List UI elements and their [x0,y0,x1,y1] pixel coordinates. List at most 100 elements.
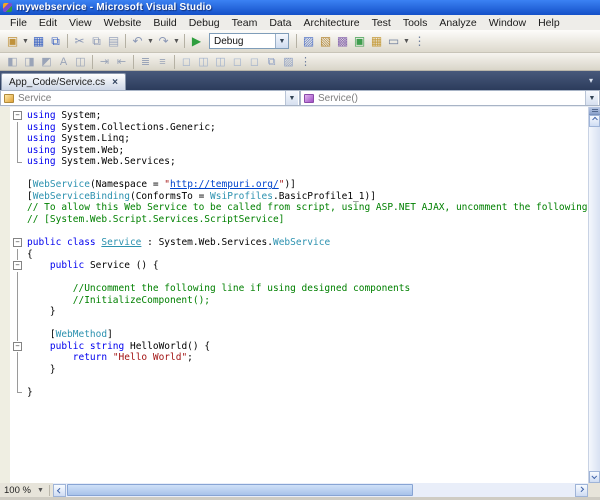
vertical-scrollbar[interactable] [588,107,600,483]
code-line-25[interactable]: } [0,387,588,399]
code-line-7[interactable]: [WebService(Namespace = "http://tempuri.… [0,179,588,191]
select-pointer-icon[interactable]: ◨ [21,55,38,69]
code-line-16[interactable]: //Uncomment the following line if using … [0,283,588,295]
zoom-control[interactable]: 100 % ▼ [0,483,46,497]
next-bookmark-icon[interactable]: ◫ [212,55,229,69]
font-size-icon[interactable]: A [55,55,72,69]
undo-icon[interactable]: ↶ [129,33,146,49]
start-debugging-icon[interactable]: ▶ [188,33,205,49]
code-line-19[interactable] [0,317,588,330]
toggle-bookmark-icon[interactable]: ◻ [178,55,195,69]
scroll-down-button[interactable] [589,471,600,483]
properties-window-icon[interactable]: ▩ [334,33,351,49]
display-control-outline-icon[interactable]: ◧ [4,55,21,69]
menu-build[interactable]: Build [147,16,182,30]
code-line-13[interactable]: { [0,248,588,261]
menu-team[interactable]: Team [226,16,264,30]
save-all-icon[interactable]: ⧉ [47,33,64,49]
code-line-3[interactable]: using System.Linq; [0,133,588,145]
types-dropdown[interactable]: Service ▼ [0,90,300,106]
code-line-1[interactable]: − using System; [0,110,588,122]
fold-collapse-box[interactable]: − [0,341,27,353]
dropdown-caret-icon[interactable]: ▼ [172,38,181,45]
tab-app-code-service-cs[interactable]: App_Code/Service.cs × [1,73,127,90]
code-line-18[interactable]: } [0,306,588,318]
split-window-handle[interactable] [589,107,600,115]
comment-lines-icon[interactable]: ≣ [137,55,154,69]
prev-bookmark-folder-icon[interactable]: ◻ [229,55,246,69]
menu-help[interactable]: Help [532,16,566,30]
code-line-14[interactable]: − public Service () { [0,260,588,272]
indent-icon[interactable]: ⇥ [96,55,113,69]
new-item-icon[interactable]: ▣ [4,33,21,49]
code-line-5[interactable]: using System.Web.Services; [0,156,588,168]
toolbox-icon[interactable]: ▦ [368,33,385,49]
code-line-9[interactable]: // To allow this Web Service to be calle… [0,202,588,214]
clear-bookmarks-icon[interactable]: ⧉ [263,55,280,69]
prev-bookmark-icon[interactable]: ◫ [195,55,212,69]
code-line-21[interactable]: − public string HelloWorld() { [0,341,588,353]
scroll-up-button[interactable] [589,115,600,127]
code-line-24[interactable] [0,375,588,388]
members-dropdown[interactable]: Service() ▼ [300,90,600,106]
next-bookmark-folder-icon[interactable]: ◻ [246,55,263,69]
code-line-4[interactable]: using System.Web; [0,144,588,157]
code-line-15[interactable] [0,271,588,284]
fold-collapse-box[interactable]: − [0,260,27,272]
code-line-12[interactable]: − public class Service : System.Web.Servi… [0,237,588,249]
code-line-22[interactable]: return "Hello World"; [0,352,588,365]
code-editor[interactable]: − using System; using System.Collections.G… [0,107,588,483]
menu-data[interactable]: Data [263,16,297,30]
paste-icon[interactable]: ▤ [105,33,122,49]
bookmark-window-icon[interactable]: ▨ [280,55,297,69]
command-window-icon[interactable]: ▭ [385,33,402,49]
solution-explorer-icon[interactable]: ▧ [317,33,334,49]
zoom-caret-icon[interactable]: ▼ [37,487,44,494]
horizontal-scrollbar[interactable] [52,483,588,497]
menu-website[interactable]: Website [98,16,148,30]
code-line-11[interactable] [0,225,588,237]
toolbar-overflow-icon[interactable]: ⋮ [411,33,428,49]
menu-tools[interactable]: Tools [397,16,434,30]
menu-debug[interactable]: Debug [183,16,226,30]
code-line-10[interactable]: // [System.Web.Script.Services.ScriptSer… [0,214,588,226]
menu-file[interactable]: File [4,16,33,30]
pointer-alt-icon[interactable]: ◩ [38,55,55,69]
combo-caret-icon[interactable]: ▼ [275,34,288,48]
code-line-2[interactable]: using System.Collections.Generic; [0,121,588,134]
menu-edit[interactable]: Edit [33,16,63,30]
fold-collapse-box[interactable]: − [0,110,27,122]
code-line-20[interactable]: [WebMethod] [0,329,588,341]
code-line-23[interactable]: } [0,364,588,376]
uncomment-lines-icon[interactable]: ≡ [154,55,171,69]
code-line-8[interactable]: [WebServiceBinding(ConformsTo = WsiProfi… [0,191,588,203]
grid-icon[interactable]: ◫ [72,55,89,69]
dropdown-caret-icon[interactable]: ▼ [402,38,411,45]
scroll-left-button[interactable] [52,483,66,497]
redo-icon[interactable]: ↷ [155,33,172,49]
types-dropdown-caret-icon[interactable]: ▼ [285,91,298,105]
find-in-files-icon[interactable]: ▨ [300,33,317,49]
object-browser-icon[interactable]: ▣ [351,33,368,49]
code-line-17[interactable]: //InitializeComponent(); [0,294,588,307]
scroll-right-button[interactable] [575,483,588,497]
save-icon[interactable]: ▦ [30,33,47,49]
horizontal-scrollbar-thumb[interactable] [66,484,413,496]
dropdown-caret-icon[interactable]: ▼ [21,38,30,45]
tab-list-chevron-icon[interactable]: ▾ [589,76,593,85]
menu-analyze[interactable]: Analyze [433,16,482,30]
members-dropdown-caret-icon[interactable]: ▼ [585,91,598,105]
dropdown-caret-icon[interactable]: ▼ [146,38,155,45]
solution-configurations-combo[interactable]: Debug ▼ [209,33,289,49]
menu-architecture[interactable]: Architecture [298,16,366,30]
cut-icon[interactable]: ✂ [71,33,88,49]
outdent-icon[interactable]: ⇤ [113,55,130,69]
tab-close-icon[interactable]: × [112,77,118,88]
code-line-6[interactable] [0,168,588,180]
menu-test[interactable]: Test [366,16,397,30]
menu-view[interactable]: View [63,16,98,30]
fold-collapse-box[interactable]: − [0,237,27,249]
copy-icon[interactable]: ⧉ [88,33,105,49]
menu-window[interactable]: Window [483,16,532,30]
toolbar2-overflow-icon[interactable]: ⋮ [297,55,314,69]
